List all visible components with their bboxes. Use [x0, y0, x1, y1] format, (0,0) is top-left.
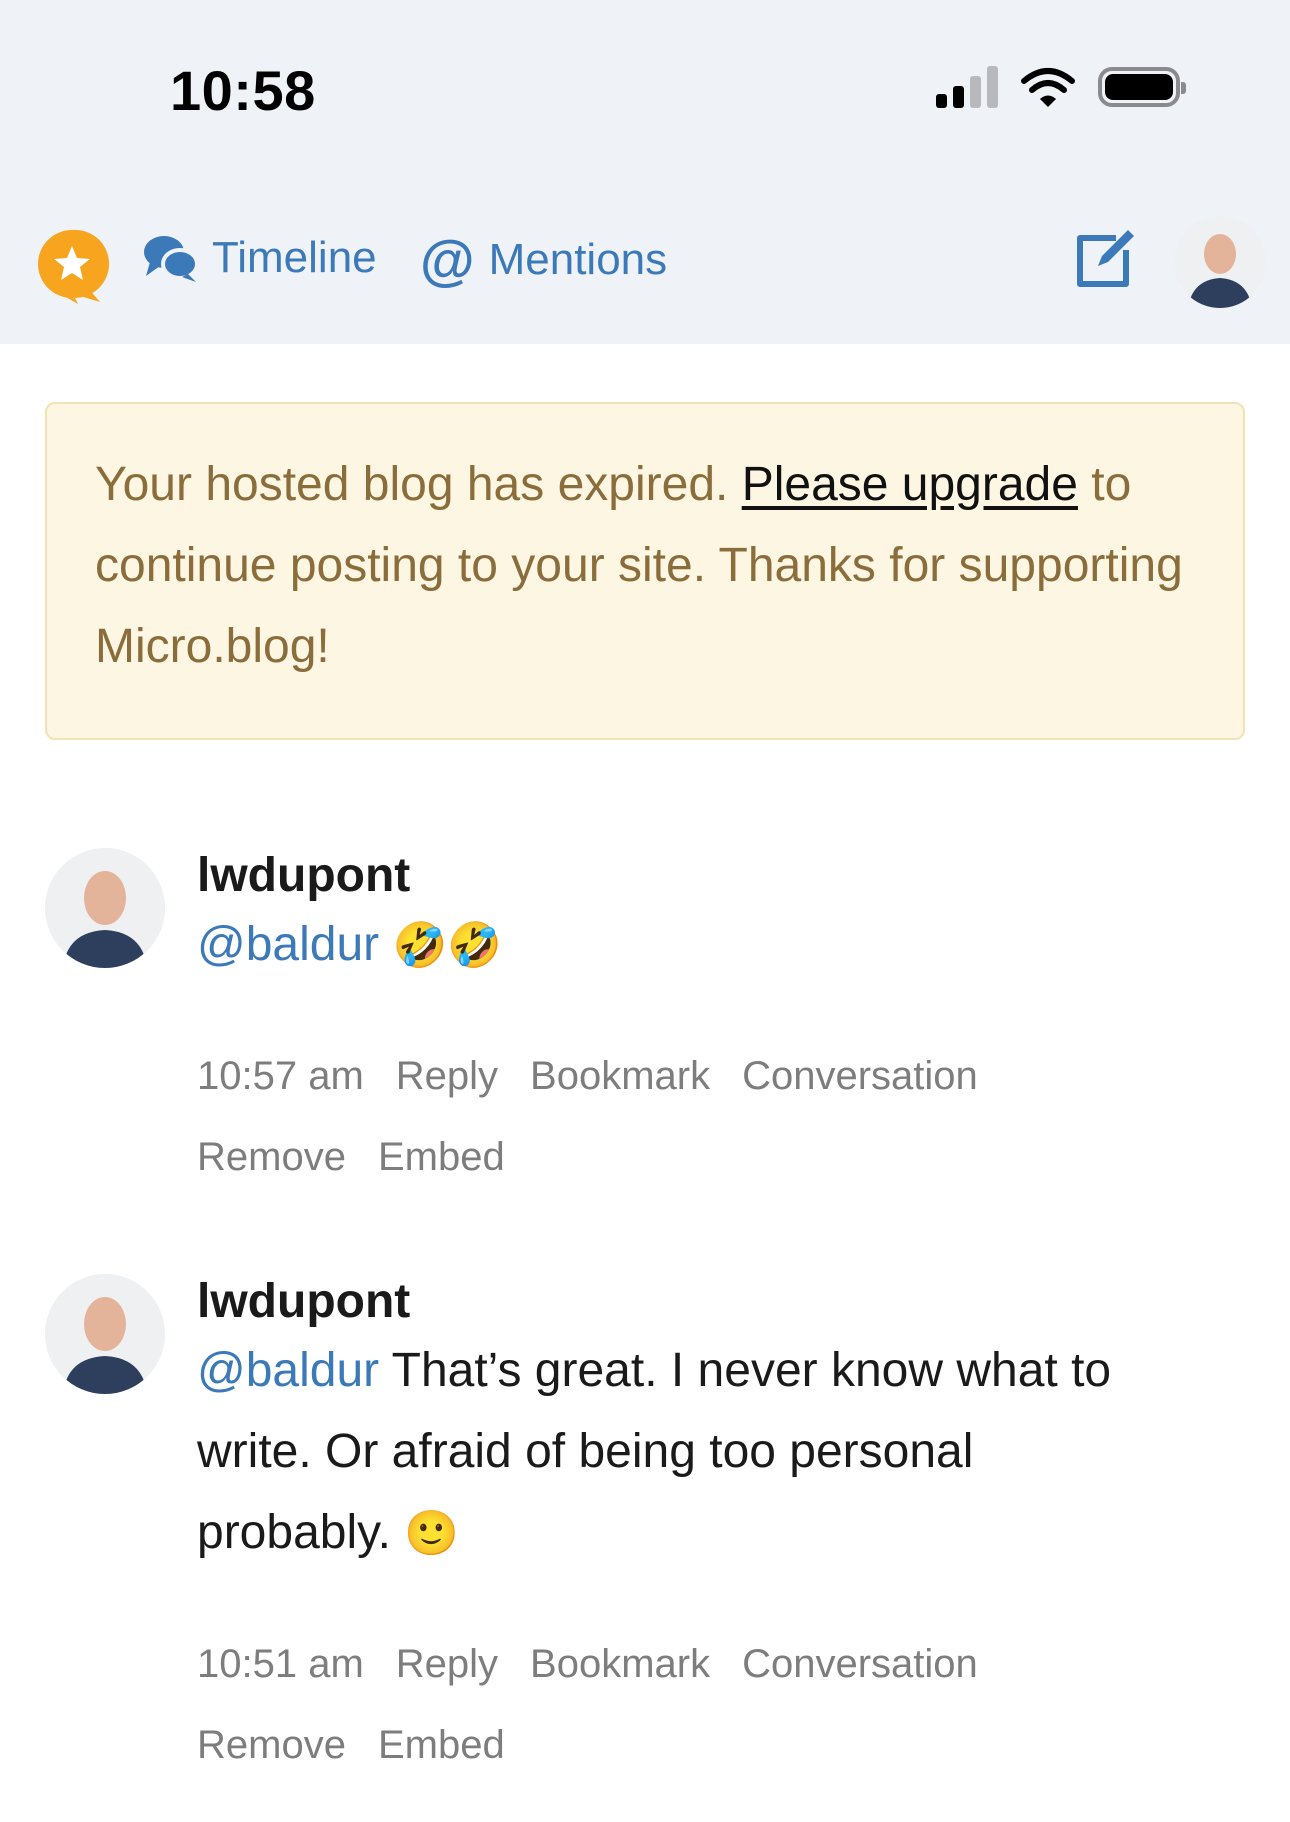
rofl-emoji: 🤣🤣	[392, 920, 503, 971]
upgrade-link[interactable]: Please upgrade	[742, 458, 1078, 511]
conversation-button[interactable]: Conversation	[742, 1642, 978, 1686]
conversation-button[interactable]: Conversation	[742, 1054, 978, 1098]
battery-icon	[1098, 67, 1186, 107]
status-bar: 10:58	[0, 0, 1290, 190]
tab-timeline[interactable]: Timeline	[142, 232, 377, 284]
speech-bubbles-icon	[144, 236, 199, 282]
wifi-icon	[1021, 68, 1075, 107]
post-body: @baldur 🤣🤣	[197, 904, 1137, 986]
bookmark-button[interactable]: Bookmark	[530, 1054, 710, 1098]
embed-button[interactable]: Embed	[378, 1723, 505, 1767]
mention-link[interactable]: @baldur	[197, 1344, 379, 1397]
remove-button[interactable]: Remove	[197, 1723, 346, 1767]
embed-button[interactable]: Embed	[378, 1135, 505, 1179]
tab-timeline-label: Timeline	[212, 233, 377, 282]
bookmark-button[interactable]: Bookmark	[530, 1642, 710, 1686]
post-timestamp[interactable]: 10:51 am	[197, 1642, 364, 1686]
avatar[interactable]	[45, 1274, 165, 1394]
expired-blog-banner: Your hosted blog has expired. Please upg…	[45, 402, 1245, 740]
avatar[interactable]	[45, 848, 165, 968]
profile-avatar[interactable]	[1174, 216, 1266, 308]
remove-button[interactable]: Remove	[197, 1135, 346, 1179]
post-body: @baldur That’s great. I never know what …	[197, 1330, 1137, 1574]
reply-button[interactable]: Reply	[396, 1642, 498, 1686]
status-icons	[936, 62, 1186, 112]
at-icon: @	[420, 228, 475, 291]
nav-bar: Timeline @ Mentions	[0, 190, 1290, 344]
tab-mentions-label: Mentions	[488, 235, 668, 284]
tab-mentions[interactable]: @ Mentions	[420, 232, 667, 288]
post-meta: 10:57 am Reply Bookmark Conversation Remove E…	[197, 1036, 1097, 1198]
post-meta: 10:51 am Reply Bookmark Conversation Remove E…	[197, 1624, 1097, 1786]
star-badge-icon[interactable]	[34, 226, 110, 306]
avatar-image	[1174, 216, 1266, 308]
banner-text-before: Your hosted blog has expired.	[95, 458, 742, 511]
post-username[interactable]: lwdupont	[197, 1274, 410, 1329]
smile-emoji: 🙂	[404, 1508, 460, 1559]
post-timestamp[interactable]: 10:57 am	[197, 1054, 364, 1098]
mention-link[interactable]: @baldur	[197, 918, 379, 971]
avatar-image	[45, 848, 165, 968]
reply-button[interactable]: Reply	[396, 1054, 498, 1098]
avatar-image	[45, 1274, 165, 1394]
compose-icon[interactable]	[1072, 226, 1138, 292]
cellular-signal-icon	[936, 66, 998, 108]
post-username[interactable]: lwdupont	[197, 848, 410, 903]
status-time: 10:58	[170, 59, 316, 122]
